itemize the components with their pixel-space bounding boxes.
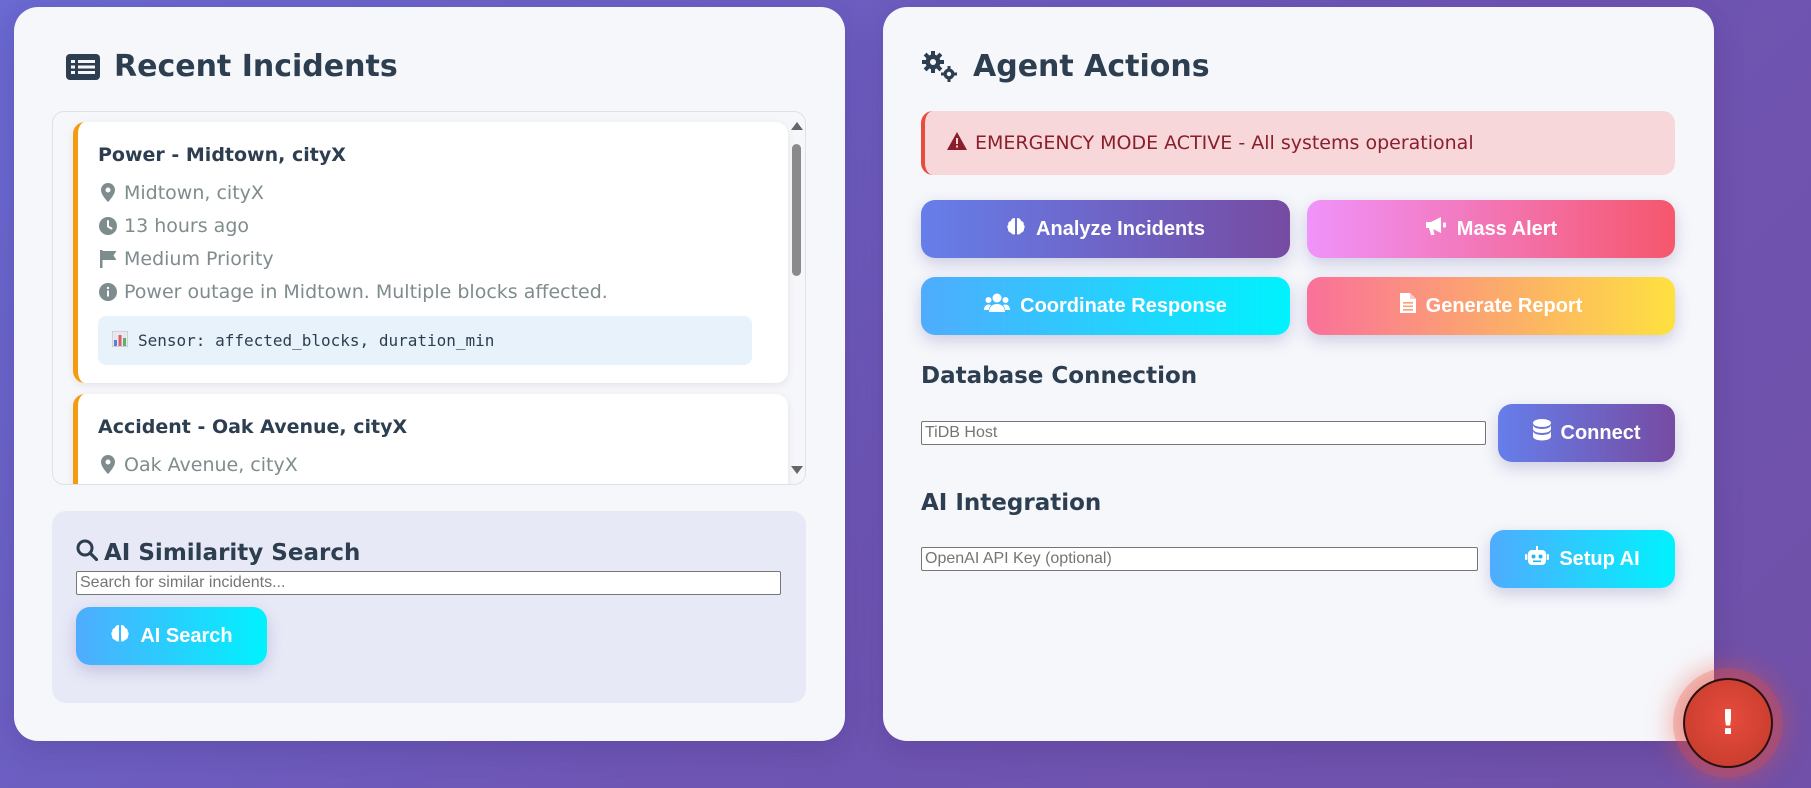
- generate-report-label: Generate Report: [1425, 294, 1583, 317]
- warning-triangle-icon: [947, 131, 967, 155]
- agent-actions-panel: Agent Actions EMERGENCY MODE ACTIVE - Al…: [883, 7, 1714, 741]
- recent-incidents-panel: Recent Incidents Power - Midtown, cityX …: [14, 7, 845, 741]
- ai-search-button-label: AI Search: [140, 624, 233, 647]
- gears-icon: [921, 50, 959, 83]
- incident-list[interactable]: Power - Midtown, cityX Midtown, cityX 13…: [52, 111, 806, 485]
- brain-icon: [1006, 216, 1026, 242]
- database-icon: [1532, 419, 1551, 447]
- agent-actions-title: Agent Actions: [973, 49, 1210, 84]
- emergency-mode-banner: EMERGENCY MODE ACTIVE - All systems oper…: [921, 111, 1675, 175]
- openai-api-key-input[interactable]: [921, 547, 1478, 571]
- emergency-mode-text: EMERGENCY MODE ACTIVE - All systems oper…: [975, 132, 1474, 154]
- generate-report-button[interactable]: Generate Report: [1307, 277, 1675, 335]
- setup-ai-button[interactable]: Setup AI: [1490, 530, 1675, 588]
- scroll-down-arrow-icon[interactable]: [791, 466, 803, 474]
- incident-description: Power outage in Midtown. Multiple blocks…: [98, 275, 788, 308]
- coordinate-response-button[interactable]: Coordinate Response: [921, 277, 1290, 335]
- agent-actions-heading: Agent Actions: [921, 49, 1210, 84]
- scroll-thumb[interactable]: [792, 144, 801, 276]
- incident-location: Midtown, cityX: [98, 176, 788, 209]
- list-icon: [66, 53, 100, 80]
- similarity-search-input[interactable]: [76, 571, 781, 595]
- robot-icon: [1525, 546, 1550, 572]
- mass-alert-button[interactable]: Mass Alert: [1307, 200, 1675, 258]
- incident-description-text: Power outage in Midtown. Multiple blocks…: [124, 280, 608, 303]
- clock-icon: [98, 216, 118, 235]
- analyze-incidents-button[interactable]: Analyze Incidents: [921, 200, 1290, 258]
- incident-time: 13 hours ago: [98, 209, 788, 242]
- sensor-text: Sensor: affected_blocks, duration_min: [138, 331, 495, 350]
- incident-location-text: Midtown, cityX: [124, 181, 264, 204]
- incident-priority-text: Medium Priority: [124, 247, 274, 270]
- incident-title: Power - Midtown, cityX: [98, 144, 346, 166]
- connect-button[interactable]: Connect: [1498, 404, 1675, 462]
- mass-alert-label: Mass Alert: [1456, 217, 1558, 240]
- recent-incidents-title: Recent Incidents: [114, 49, 398, 84]
- incident-time-text: 13 hours ago: [124, 214, 250, 237]
- scroll-up-arrow-icon[interactable]: [791, 122, 803, 130]
- coordinate-response-label: Coordinate Response: [1020, 294, 1227, 317]
- users-icon: [984, 293, 1011, 319]
- incident-card[interactable]: Power - Midtown, cityX Midtown, cityX 13…: [73, 122, 788, 383]
- ai-similarity-search: AI Similarity Search AI Search: [52, 511, 806, 703]
- ai-search-button[interactable]: AI Search: [76, 607, 267, 665]
- analyze-incidents-label: Analyze Incidents: [1036, 217, 1205, 240]
- file-icon: [1399, 293, 1416, 319]
- ai-similarity-search-heading: AI Similarity Search: [76, 539, 360, 567]
- incident-list-scrollbar[interactable]: [787, 112, 805, 484]
- emergency-alert-button[interactable]: !: [1683, 678, 1773, 768]
- connect-button-label: Connect: [1560, 421, 1641, 444]
- info-circle-icon: [98, 282, 118, 301]
- search-icon: [76, 539, 99, 567]
- sensor-info: Sensor: affected_blocks, duration_min: [98, 316, 752, 365]
- brain-icon: [110, 623, 130, 649]
- map-marker-icon: [98, 455, 118, 474]
- bar-chart-icon: [111, 330, 129, 351]
- recent-incidents-heading: Recent Incidents: [66, 49, 398, 84]
- emergency-alert-label: !: [1720, 703, 1736, 743]
- ai-similarity-search-title: AI Similarity Search: [104, 540, 361, 566]
- database-connection-heading: Database Connection: [921, 363, 1198, 389]
- incident-location: Oak Avenue, cityX: [98, 448, 788, 481]
- tidb-host-input[interactable]: [921, 421, 1486, 445]
- setup-ai-label: Setup AI: [1559, 547, 1640, 570]
- ai-integration-heading: AI Integration: [921, 490, 1102, 516]
- incident-priority: Medium Priority: [98, 242, 788, 275]
- incident-card[interactable]: Accident - Oak Avenue, cityX Oak Avenue,…: [73, 394, 788, 484]
- megaphone-icon: [1425, 216, 1447, 242]
- map-marker-icon: [98, 183, 118, 202]
- flag-icon: [98, 249, 118, 268]
- incident-title: Accident - Oak Avenue, cityX: [98, 416, 408, 438]
- incident-location-text: Oak Avenue, cityX: [124, 453, 298, 476]
